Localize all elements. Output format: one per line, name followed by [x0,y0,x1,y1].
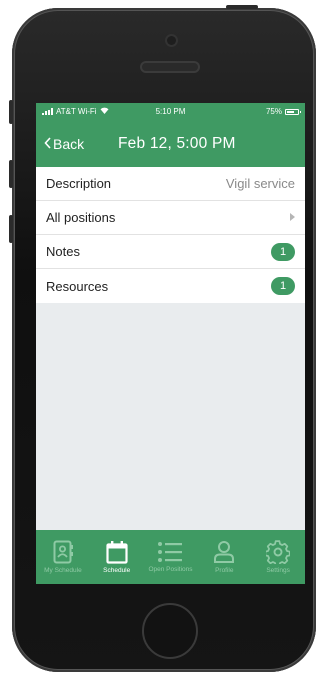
row-label: Description [46,176,112,191]
row-resources[interactable]: Resources 1 [36,269,305,303]
status-bar: AT&T Wi-Fi 5:10 PM 75% [36,103,305,120]
carrier-label: AT&T Wi-Fi [56,107,97,116]
row-value: Vigil service [225,176,295,191]
navigation-bar: Back Feb 12, 5:00 PM [36,120,305,167]
tab-label: Open Positions [148,566,193,573]
gear-icon [266,540,291,564]
page-title: Feb 12, 5:00 PM [118,134,236,152]
volume-up-button [9,160,13,188]
status-right: 75% [209,107,301,116]
signal-icon [42,108,53,115]
list-icon [158,542,183,562]
tab-open-positions[interactable]: Open Positions [144,530,198,584]
battery-percent: 75% [265,107,282,116]
tab-my-schedule[interactable]: My Schedule [36,530,90,584]
chevron-right-icon [290,212,295,224]
row-all-positions[interactable]: All positions [36,201,305,235]
count-badge: 1 [271,277,295,295]
battery-fill [286,110,295,113]
tab-settings[interactable]: Settings [251,530,305,584]
tab-label: Settings [266,567,290,574]
row-label: Resources [46,278,109,294]
home-button[interactable] [142,603,198,659]
back-button[interactable]: Back [44,136,84,152]
row-label: Notes [46,244,80,259]
mute-switch [9,100,13,124]
tab-schedule[interactable]: Schedule [90,530,144,584]
tab-label: Schedule [103,567,131,574]
contact-card-icon [53,540,73,564]
tab-profile[interactable]: Profile [197,530,251,584]
power-button [226,5,258,9]
phone-screen: AT&T Wi-Fi 5:10 PM 75% Back Feb 12, 5:00… [36,103,305,584]
back-label: Back [53,135,85,152]
page: AT&T Wi-Fi 5:10 PM 75% Back Feb 12, 5:00… [0,0,321,676]
row-notes[interactable]: Notes 1 [36,235,305,269]
row-label: All positions [46,210,116,225]
volume-down-button [9,215,13,243]
person-icon [214,541,235,563]
wifi-icon [100,107,109,116]
earpiece-speaker [142,63,198,71]
content-empty-area [36,304,305,530]
tab-bar: My Schedule Schedule Open Positions Prof… [36,530,305,584]
tab-label: My Schedule [44,567,82,574]
status-time: 5:10 PM [155,107,186,116]
battery-icon [284,108,301,115]
count-badge: 1 [271,242,295,261]
tab-label: Profile [215,567,234,574]
calendar-icon [106,541,128,564]
event-details-list: Description Vigil service All positions … [36,167,305,303]
status-left: AT&T Wi-Fi [42,107,132,116]
row-description[interactable]: Description Vigil service [36,167,305,201]
chevron-left-icon [44,136,51,151]
front-camera [167,36,176,45]
